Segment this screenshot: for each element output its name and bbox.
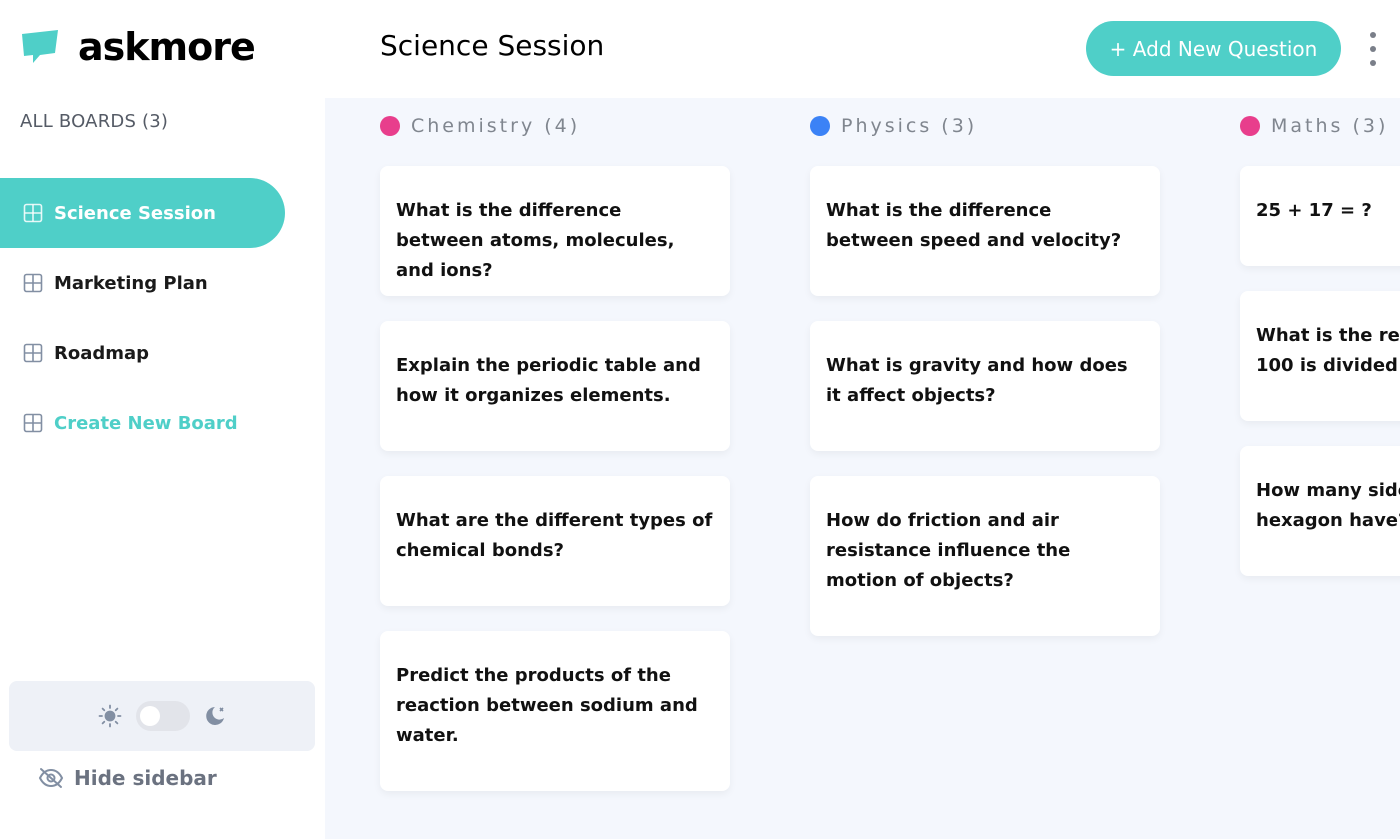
column-title: Chemistry (4) [411, 115, 581, 137]
question-card[interactable]: What are the different types of chemical… [380, 476, 730, 606]
column-color-dot [810, 116, 830, 136]
question-card[interactable]: How do friction and air resistance influ… [810, 476, 1160, 636]
board-layout-icon [23, 413, 43, 433]
column-color-dot [1240, 116, 1260, 136]
column-header: Physics (3) [810, 115, 977, 137]
sidebar-item-label: Create New Board [54, 412, 238, 434]
question-card[interactable]: 25 + 17 = ? [1240, 166, 1400, 266]
all-boards-heading: ALL BOARDS (3) [20, 111, 169, 132]
question-card[interactable]: Explain the periodic table and how it or… [380, 321, 730, 451]
question-card[interactable]: What is the difference between speed and… [810, 166, 1160, 296]
question-card[interactable]: How many sides does a hexagon have? [1240, 446, 1400, 576]
sidebar: askmore ALL BOARDS (3) Science Session M… [0, 0, 325, 839]
sidebar-item-science-session[interactable]: Science Session [0, 178, 285, 248]
board-layout-icon [23, 273, 43, 293]
board-layout-icon [23, 343, 43, 363]
add-new-question-button[interactable]: + Add New Question [1086, 21, 1341, 76]
logo[interactable]: askmore [20, 22, 256, 72]
column-header: Maths (3) [1240, 115, 1388, 137]
theme-switcher [9, 681, 315, 751]
chat-bubble-logo-icon [22, 30, 58, 63]
toggle-knob [140, 706, 160, 726]
kebab-dot [1370, 60, 1376, 66]
hide-sidebar-button[interactable]: Hide sidebar [38, 760, 217, 796]
board: Chemistry (4) What is the difference bet… [325, 98, 1400, 839]
hide-sidebar-label: Hide sidebar [74, 766, 217, 790]
create-new-board-button[interactable]: Create New Board [0, 388, 285, 458]
sidebar-item-marketing-plan[interactable]: Marketing Plan [0, 248, 285, 318]
question-card[interactable]: What is the remainder when 100 is divide… [1240, 291, 1400, 421]
sidebar-item-roadmap[interactable]: Roadmap [0, 318, 285, 388]
sidebar-item-label: Marketing Plan [54, 272, 208, 294]
sidebar-item-label: Science Session [54, 202, 216, 224]
column-color-dot [380, 116, 400, 136]
eye-off-icon [38, 768, 64, 788]
column-title: Physics (3) [841, 115, 978, 137]
moon-icon [206, 707, 224, 725]
column-title: Maths (3) [1271, 115, 1389, 137]
board-layout-icon [23, 203, 43, 223]
kebab-dot [1370, 46, 1376, 52]
app-name: askmore [78, 25, 256, 69]
sun-icon [98, 704, 122, 728]
board-list: Science Session Marketing Plan Roadmap C… [0, 178, 325, 458]
column-header: Chemistry (4) [380, 115, 580, 137]
question-card[interactable]: What is the difference between atoms, mo… [380, 166, 730, 296]
page-title: Science Session [380, 29, 605, 62]
dark-mode-toggle[interactable] [136, 701, 190, 731]
sidebar-item-label: Roadmap [54, 342, 150, 364]
header: Science Session + Add New Question [325, 0, 1400, 98]
kebab-menu-icon[interactable] [1363, 32, 1383, 66]
question-card[interactable]: What is gravity and how does it affect o… [810, 321, 1160, 451]
kebab-dot [1370, 32, 1376, 38]
question-card[interactable]: Predict the products of the reaction bet… [380, 631, 730, 791]
